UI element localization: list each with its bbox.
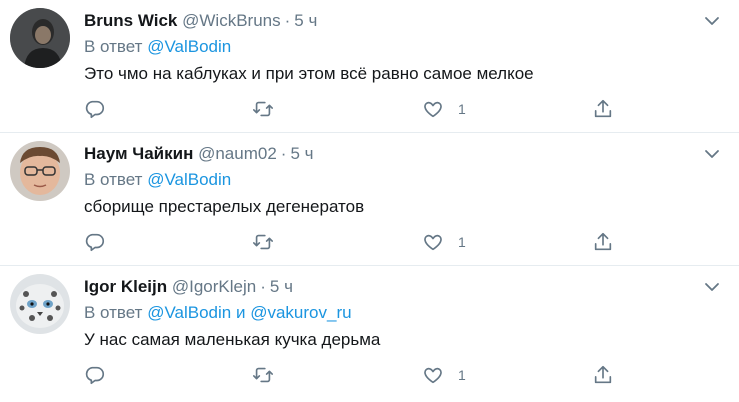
tweet[interactable]: Igor Kleijn @IgorKlejn · 5 ч В ответ @ValB… [0,266,739,402]
timestamp[interactable]: 5 ч [294,11,317,30]
tweet-header: Igor Kleijn @IgorKlejn · 5 ч [84,276,293,298]
avatar[interactable] [10,8,70,68]
reply-icon [84,98,106,120]
like-count: 1 [458,101,466,117]
avatar[interactable] [10,274,70,334]
mention-link[interactable]: @vakurov_ru [250,303,351,322]
mention-conjunction: и [235,303,246,322]
separator-dot: · [260,277,266,296]
share-button[interactable] [592,362,614,388]
reply-prefix: В ответ [84,303,143,322]
reply-context: В ответ @ValBodin [84,169,231,191]
tweet-text: У нас самая маленькая кучка дерьма [84,330,381,349]
retweet-button[interactable] [252,229,288,255]
like-icon [422,364,444,386]
retweet-icon [252,98,274,120]
retweet-icon [252,364,274,386]
user-handle[interactable]: @naum02 [198,144,277,163]
retweet-icon [252,231,274,253]
share-button[interactable] [592,229,614,255]
display-name[interactable]: Bruns Wick [84,11,177,30]
separator-dot: · [280,144,287,163]
display-name[interactable]: Наум Чайкин [84,144,193,163]
reply-button[interactable] [84,362,120,388]
tweet-text: сборище престарелых дегенератов [84,197,365,216]
share-icon [592,231,614,253]
tweet-header: Bruns Wick @WickBruns · 5 ч [84,10,317,32]
reply-button[interactable] [84,229,120,255]
retweet-button[interactable] [252,96,288,122]
timestamp[interactable]: 5 ч [290,144,313,163]
tweet[interactable]: Bruns Wick @WickBruns · 5 ч В ответ @ValBo… [0,0,739,133]
share-icon [592,98,614,120]
like-count: 1 [458,367,466,383]
reply-prefix: В ответ [84,170,143,189]
user-handle[interactable]: @WickBruns [182,11,281,30]
user-handle[interactable]: @IgorKlejn [172,277,256,296]
chevron-down-icon[interactable] [702,11,722,31]
tweet-header: Наум Чайкин @naum02 · 5 ч [84,143,314,165]
tweet-text: Это чмо на каблуках и при этом всё равно… [84,64,534,83]
chevron-down-icon[interactable] [702,277,722,297]
reply-icon [84,364,106,386]
like-button[interactable]: 1 [422,229,466,255]
separator-dot: · [284,11,291,30]
like-count: 1 [458,234,466,250]
like-button[interactable]: 1 [422,362,466,388]
reply-icon [84,231,106,253]
tweet-list: Bruns Wick @WickBruns · 5 ч В ответ @ValBo… [0,0,739,402]
display-name[interactable]: Igor Kleijn [84,277,167,296]
tweet-actions: 1 [84,229,644,255]
chevron-down-icon[interactable] [702,144,722,164]
avatar[interactable] [10,141,70,201]
retweet-button[interactable] [252,362,288,388]
mention-link[interactable]: @ValBodin [147,170,231,189]
mention-link[interactable]: @ValBodin [147,37,231,56]
reply-prefix: В ответ [84,37,143,56]
timestamp[interactable]: 5 ч [270,277,293,296]
tweet-actions: 1 [84,96,644,122]
reply-context: В ответ @ValBodin и @vakurov_ru [84,302,352,324]
like-button[interactable]: 1 [422,96,466,122]
reply-button[interactable] [84,96,120,122]
mention-link[interactable]: @ValBodin [147,303,231,322]
share-icon [592,364,614,386]
reply-context: В ответ @ValBodin [84,36,231,58]
like-icon [422,231,444,253]
tweet[interactable]: Наум Чайкин @naum02 · 5 ч В ответ @ValBodi… [0,133,739,266]
share-button[interactable] [592,96,614,122]
tweet-actions: 1 [84,362,644,388]
like-icon [422,98,444,120]
